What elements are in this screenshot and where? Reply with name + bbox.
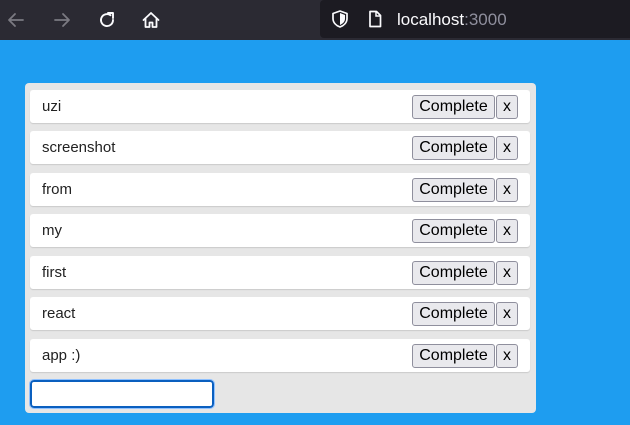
home-button[interactable] (139, 8, 163, 32)
remove-button[interactable]: x (496, 302, 518, 326)
arrow-left-icon (8, 13, 24, 27)
remove-button[interactable]: x (496, 219, 518, 243)
todo-text: screenshot (42, 139, 116, 156)
arrow-right-icon (54, 13, 70, 27)
complete-button[interactable]: Complete (412, 219, 495, 243)
todo-app-panel: uzi Complete x screenshot Complete x fro… (25, 83, 536, 413)
url-port: :3000 (464, 10, 507, 29)
forward-button[interactable] (50, 8, 74, 32)
todo-text: react (42, 305, 76, 322)
todo-item: my Complete x (30, 214, 530, 247)
browser-toolbar: localhost:3000 (0, 0, 630, 40)
complete-button[interactable]: Complete (412, 178, 495, 202)
page-info-button[interactable] (363, 7, 387, 31)
todo-item: screenshot Complete x (30, 131, 530, 164)
remove-button[interactable]: x (496, 178, 518, 202)
todo-text: first (42, 264, 67, 281)
complete-button[interactable]: Complete (412, 302, 495, 326)
shield-icon (332, 10, 348, 28)
todo-item: app :) Complete x (30, 339, 530, 372)
complete-button[interactable]: Complete (412, 261, 495, 285)
remove-button[interactable]: x (496, 136, 518, 160)
remove-button[interactable]: x (496, 261, 518, 285)
browser-window: localhost:3000 uzi Complete x screenshot… (0, 0, 630, 425)
remove-button[interactable]: x (496, 344, 518, 368)
todo-text: from (42, 181, 72, 198)
complete-button[interactable]: Complete (412, 95, 495, 119)
url-host: localhost (397, 10, 465, 29)
page-icon (369, 10, 382, 28)
back-button[interactable] (4, 8, 28, 32)
complete-button[interactable]: Complete (412, 344, 495, 368)
todo-text: app :) (42, 347, 81, 364)
new-todo-input[interactable] (29, 379, 215, 409)
complete-button[interactable]: Complete (412, 136, 495, 160)
tracking-protection-button[interactable] (328, 7, 352, 31)
remove-button[interactable]: x (496, 95, 518, 119)
url-text[interactable]: localhost:3000 (397, 10, 507, 30)
todo-item: first Complete x (30, 256, 530, 289)
reload-icon (100, 12, 114, 27)
home-icon (142, 12, 160, 28)
address-bar[interactable]: localhost:3000 (320, 0, 630, 38)
todo-text: uzi (42, 98, 62, 115)
todo-item: react Complete x (30, 297, 530, 330)
reload-button[interactable] (95, 8, 119, 32)
todo-text: my (42, 222, 62, 239)
todo-item: from Complete x (30, 173, 530, 206)
todo-item: uzi Complete x (30, 90, 530, 123)
